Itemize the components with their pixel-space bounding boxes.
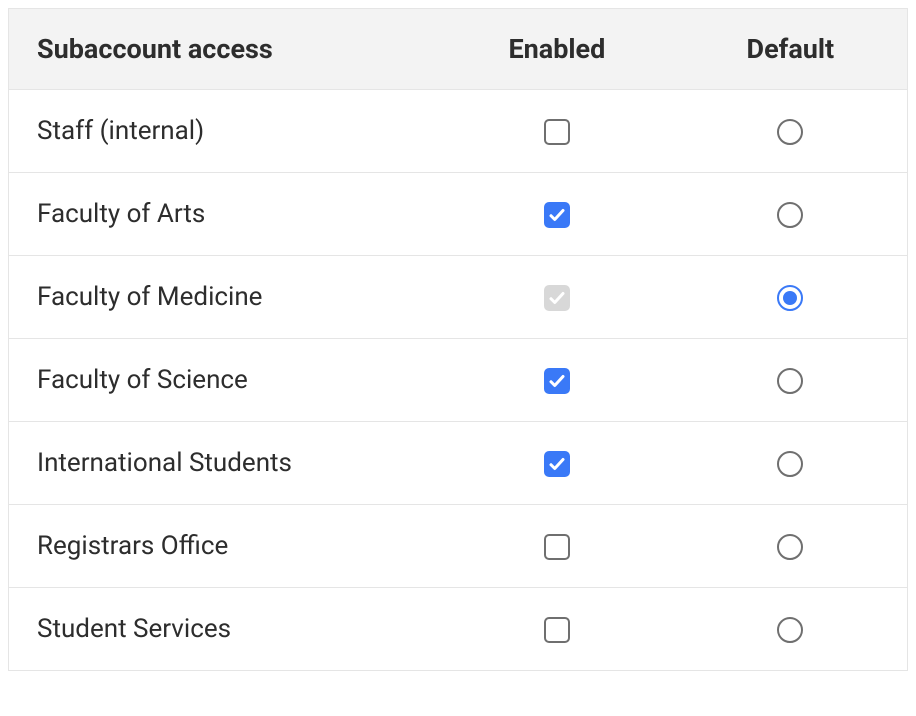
row-enabled-cell xyxy=(440,90,674,173)
row-default-cell xyxy=(674,90,908,173)
enabled-checkbox[interactable] xyxy=(544,451,570,477)
row-default-cell xyxy=(674,422,908,505)
row-enabled-cell xyxy=(440,173,674,256)
row-enabled-cell xyxy=(440,588,674,671)
row-default-cell xyxy=(674,505,908,588)
header-subaccount-access: Subaccount access xyxy=(9,9,441,90)
enabled-checkbox[interactable] xyxy=(544,617,570,643)
row-default-cell xyxy=(674,339,908,422)
row-enabled-cell xyxy=(440,422,674,505)
default-radio[interactable] xyxy=(777,368,803,394)
row-enabled-cell xyxy=(440,505,674,588)
row-default-cell xyxy=(674,256,908,339)
row-enabled-cell xyxy=(440,256,674,339)
table-row: Faculty of Science xyxy=(9,339,908,422)
table-row: Student Services xyxy=(9,588,908,671)
table-row: Registrars Office xyxy=(9,505,908,588)
row-name: International Students xyxy=(9,422,441,505)
enabled-checkbox[interactable] xyxy=(544,368,570,394)
row-name: Faculty of Arts xyxy=(9,173,441,256)
row-name: Faculty of Medicine xyxy=(9,256,441,339)
enabled-checkbox[interactable] xyxy=(544,119,570,145)
row-name: Faculty of Science xyxy=(9,339,441,422)
default-radio[interactable] xyxy=(777,202,803,228)
row-name: Registrars Office xyxy=(9,505,441,588)
row-default-cell xyxy=(674,173,908,256)
row-name: Staff (internal) xyxy=(9,90,441,173)
default-radio[interactable] xyxy=(777,617,803,643)
row-default-cell xyxy=(674,588,908,671)
row-name: Student Services xyxy=(9,588,441,671)
checkmark-icon xyxy=(548,206,566,224)
enabled-checkbox[interactable] xyxy=(544,534,570,560)
checkmark-icon xyxy=(548,289,566,307)
row-enabled-cell xyxy=(440,339,674,422)
default-radio[interactable] xyxy=(777,285,803,311)
default-radio[interactable] xyxy=(777,534,803,560)
table-row: Faculty of Arts xyxy=(9,173,908,256)
checkmark-icon xyxy=(548,455,566,473)
enabled-checkbox[interactable] xyxy=(544,202,570,228)
subaccount-access-table: Subaccount access Enabled Default Staff … xyxy=(8,8,908,671)
default-radio[interactable] xyxy=(777,119,803,145)
enabled-checkbox xyxy=(544,285,570,311)
table-header-row: Subaccount access Enabled Default xyxy=(9,9,908,90)
default-radio[interactable] xyxy=(777,451,803,477)
table-row: Staff (internal) xyxy=(9,90,908,173)
header-enabled: Enabled xyxy=(440,9,674,90)
header-default: Default xyxy=(674,9,908,90)
table-row: Faculty of Medicine xyxy=(9,256,908,339)
checkmark-icon xyxy=(548,372,566,390)
table-row: International Students xyxy=(9,422,908,505)
table-body: Staff (internal)Faculty of ArtsFaculty o… xyxy=(9,90,908,671)
